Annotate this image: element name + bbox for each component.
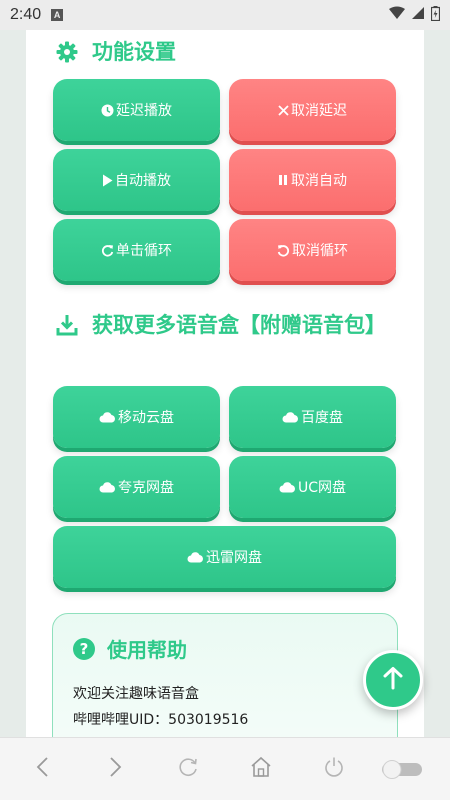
delay-play-button[interactable]: 延迟播放 xyxy=(53,79,220,141)
baidu-label: 百度盘 xyxy=(301,410,343,426)
cancel-loop-label: 取消循环 xyxy=(292,243,348,259)
mobile-cloud-button[interactable]: 移动云盘 xyxy=(53,386,220,448)
scroll-to-top-button[interactable] xyxy=(363,650,423,710)
single-loop-button[interactable]: 单击循环 xyxy=(53,219,220,281)
question-icon: ? xyxy=(73,637,95,660)
single-loop-label: 单击循环 xyxy=(116,243,172,259)
xunlei-button[interactable]: 迅雷网盘 xyxy=(53,526,396,588)
uc-label: UC网盘 xyxy=(297,480,347,496)
cloud-icon xyxy=(279,481,296,493)
refresh-button[interactable] xyxy=(175,756,201,782)
cloud-icon xyxy=(99,481,116,493)
function-settings-label: 功能设置 xyxy=(92,40,176,64)
function-settings-title: 功能设置 xyxy=(56,36,176,68)
help-title: ? 使用帮助 xyxy=(73,634,187,663)
quark-button[interactable]: 夸克网盘 xyxy=(53,456,220,518)
play-icon xyxy=(102,174,113,187)
xunlei-label: 迅雷网盘 xyxy=(206,550,262,566)
undo-icon xyxy=(277,244,290,257)
cloud-icon xyxy=(282,411,299,423)
help-line-follow: 欢迎关注趣味语音盒 xyxy=(73,686,199,702)
clock-icon xyxy=(101,104,114,117)
forward-button[interactable] xyxy=(103,756,129,782)
status-time: 2:40 xyxy=(10,6,42,23)
downloads-title: 获取更多语音盒【附赠语音包】 xyxy=(56,309,386,341)
home-button[interactable] xyxy=(248,756,274,782)
browser-bottom-bar xyxy=(0,737,450,800)
quark-label: 夸克网盘 xyxy=(118,480,174,496)
wifi-icon xyxy=(389,6,405,24)
chevron-right-icon xyxy=(109,756,123,782)
uc-button[interactable]: UC网盘 xyxy=(229,456,396,518)
arrow-up-icon xyxy=(382,666,404,694)
cancel-delay-label: 取消延迟 xyxy=(291,103,347,119)
close-icon xyxy=(278,104,289,116)
power-button[interactable] xyxy=(321,756,347,782)
help-title-label: 使用帮助 xyxy=(107,638,187,662)
cancel-delay-button[interactable]: 取消延迟 xyxy=(229,79,396,141)
back-button[interactable] xyxy=(29,756,55,782)
auto-play-label: 自动播放 xyxy=(115,173,171,189)
gear-icon xyxy=(56,36,82,68)
cancel-loop-button[interactable]: 取消循环 xyxy=(229,219,396,281)
baidu-button[interactable]: 百度盘 xyxy=(229,386,396,448)
battery-icon xyxy=(430,5,441,25)
pause-icon xyxy=(278,174,289,186)
downloads-label: 获取更多语音盒【附赠语音包】 xyxy=(92,313,386,337)
notification-a-icon: A xyxy=(51,9,64,21)
home-icon xyxy=(249,755,273,783)
status-bar: 2:40 A xyxy=(0,0,450,30)
cloud-icon xyxy=(187,551,204,563)
help-line-bilibili: 哔哩哔哩UID：503019516 xyxy=(73,712,249,728)
cancel-auto-button[interactable]: 取消自动 xyxy=(229,149,396,211)
cloud-icon xyxy=(99,411,116,423)
signal-icon xyxy=(411,6,425,24)
page-content: 功能设置 延迟播放 取消延迟 自动播放 取消自动 单击循环 取消循环 获取更多语… xyxy=(26,30,424,737)
power-icon xyxy=(323,756,345,782)
delay-play-label: 延迟播放 xyxy=(116,103,172,119)
download-icon xyxy=(56,309,82,341)
chevron-left-icon xyxy=(35,756,49,782)
redo-icon xyxy=(101,244,114,257)
mobile-cloud-label: 移动云盘 xyxy=(118,410,174,426)
help-card: ? 使用帮助 欢迎关注趣味语音盒 哔哩哔哩UID：503019516 xyxy=(52,613,398,737)
toggle-switch[interactable] xyxy=(380,756,424,782)
auto-play-button[interactable]: 自动播放 xyxy=(53,149,220,211)
cancel-auto-label: 取消自动 xyxy=(291,173,347,189)
refresh-icon xyxy=(177,756,199,782)
